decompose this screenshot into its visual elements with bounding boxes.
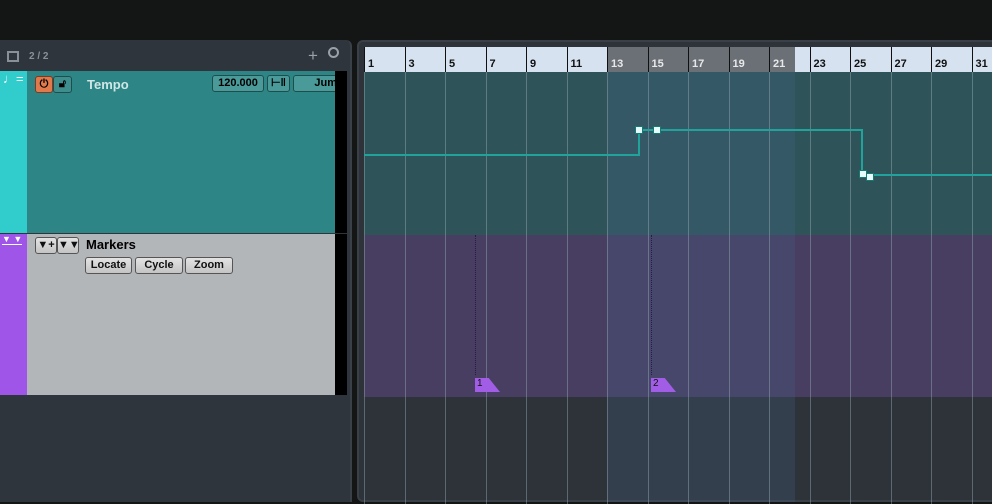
- event-display[interactable]: 1 3 5 7 9 11 13 15 17 19 21 23 25 27 29 31 1 2: [357, 40, 992, 504]
- plus-icon[interactable]: +: [308, 46, 318, 66]
- tempo-mode-select[interactable]: Jum: [293, 75, 341, 92]
- tempo-power-button[interactable]: ⏻: [35, 76, 53, 93]
- track-list-icon[interactable]: [7, 51, 19, 62]
- tempo-point: [653, 126, 661, 134]
- track-list-panel: 2 / 2 + ♩= ⏻ 🔓︎ Tempo 120.000 ⊢ǁ Jum ▼ ▼…: [0, 40, 352, 502]
- tempo-fixed-icon[interactable]: ⊢ǁ: [267, 75, 290, 92]
- tempo-point: [635, 126, 643, 134]
- marker-track-name: Markers: [86, 237, 136, 252]
- cycle-button[interactable]: Cycle: [135, 257, 183, 274]
- tempo-value-field[interactable]: 120.000: [212, 75, 264, 92]
- add-marker-button[interactable]: ▼+: [35, 237, 57, 254]
- track-count: 2 / 2: [29, 51, 49, 62]
- tempo-track-header[interactable]: ⏻ 🔓︎ Tempo 120.000 ⊢ǁ Jum: [27, 71, 341, 233]
- tempo-track-scrollbar[interactable]: [335, 71, 347, 233]
- tempo-point: [866, 173, 874, 181]
- tempo-track-name: Tempo: [87, 77, 129, 92]
- tempo-curve[interactable]: [359, 42, 992, 504]
- locate-button[interactable]: Locate: [85, 257, 132, 274]
- tempo-track-color-strip[interactable]: ♩=: [0, 71, 27, 233]
- add-cycle-marker-button[interactable]: ▼▼: [57, 237, 80, 254]
- marker-1-line: [475, 235, 476, 375]
- tempo-point: [859, 170, 867, 178]
- track-list-header: 2 / 2 +: [0, 40, 350, 71]
- tempo-lock-button[interactable]: 🔓︎: [53, 76, 72, 93]
- search-icon[interactable]: [328, 47, 339, 58]
- marker-track-header[interactable]: ▼+ ▼▼ Markers Locate Cycle Zoom: [27, 234, 335, 395]
- marker-track-icon: ▼ ▼: [2, 234, 23, 245]
- marker-track-color-strip[interactable]: ▼ ▼: [0, 234, 27, 395]
- zoom-button[interactable]: Zoom: [185, 257, 233, 274]
- tempo-note-icon: ♩=: [3, 71, 24, 86]
- marker-track-scrollbar[interactable]: [335, 234, 347, 395]
- marker-2-line: [651, 235, 652, 375]
- tempo-line: [364, 129, 992, 176]
